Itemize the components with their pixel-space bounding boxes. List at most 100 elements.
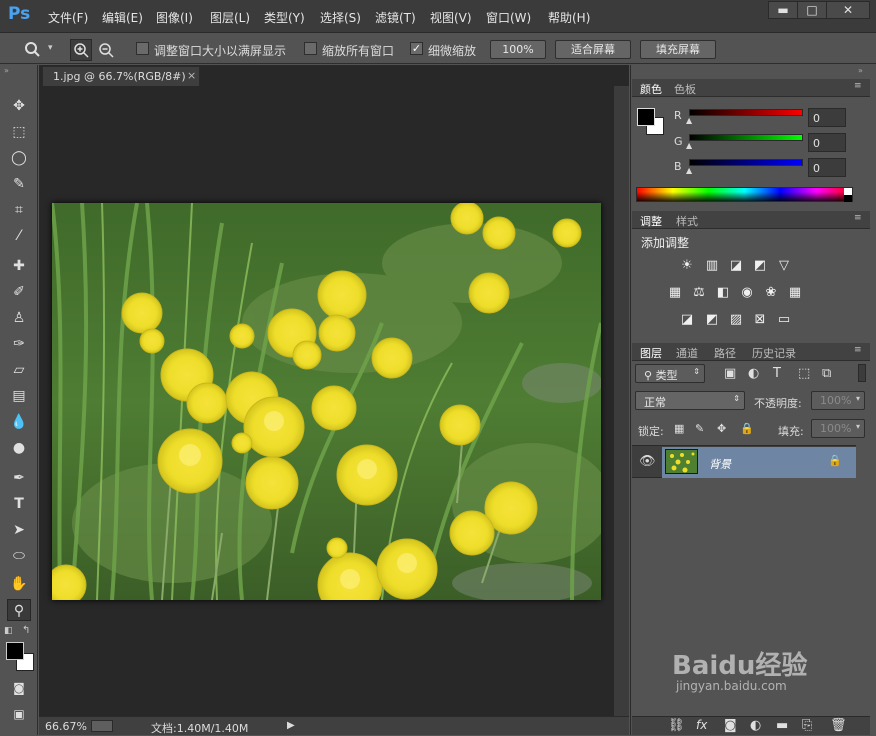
swap-colors-icon[interactable]: ↰ [22,625,30,636]
tab-adjustments[interactable]: 调整 [640,213,662,229]
hue-saturation-icon[interactable]: ▦ [666,285,684,301]
selective-color-icon[interactable]: ▭ [775,312,793,328]
brush-tool-icon[interactable]: ✐ [7,281,31,303]
layers-menu-icon[interactable]: ≡ [854,345,862,355]
menu-window[interactable]: 窗口(W) [486,9,531,26]
collapse-toolbar-icon[interactable]: » [4,66,9,75]
pen-tool-icon[interactable]: ✒ [7,467,31,489]
filter-pixel-icon[interactable]: ▣ [724,366,736,381]
exposure-icon[interactable]: ◩ [751,258,769,274]
filter-shape-icon[interactable]: ⬚ [798,366,810,381]
resize-windows-checkbox[interactable] [136,42,149,55]
blue-slider[interactable] [689,159,803,166]
fill-input[interactable]: 100% ▾ [811,419,865,438]
status-preview-icon[interactable] [91,720,113,732]
menu-type[interactable]: 类型(Y) [264,9,305,26]
tab-swatches[interactable]: 色板 [674,81,696,97]
filter-toggle-switch[interactable] [858,364,866,382]
path-select-tool-icon[interactable]: ➤ [7,519,31,541]
photo-filter-icon[interactable]: ◉ [738,285,756,301]
red-slider[interactable] [689,109,803,116]
new-group-icon[interactable]: ▬ [776,718,788,733]
opacity-input[interactable]: 100% ▾ [811,391,865,410]
levels-icon[interactable]: ▥ [703,258,721,274]
gradient-map-icon[interactable]: ⊠ [751,312,769,328]
filter-smart-object-icon[interactable]: ⧉ [822,366,831,381]
tab-paths[interactable]: 路径 [714,345,736,361]
clone-stamp-tool-icon[interactable]: ♙ [7,307,31,329]
layer-visibility-eye-icon[interactable]: 👁 [639,454,656,469]
layer-row-background[interactable]: 👁 背景 🔒 [632,445,856,478]
delete-layer-icon[interactable]: 🗑 [830,718,847,733]
zoom-tool-icon[interactable] [24,41,42,57]
zoom-level-readout[interactable]: 66.67% [45,720,87,733]
marquee-tool-icon[interactable]: ⬚ [7,121,31,143]
vertical-scrollbar[interactable] [614,86,629,716]
add-mask-icon[interactable]: ◙ [724,718,737,733]
actual-pixels-button[interactable]: 100% [490,40,546,59]
zoom-out-icon[interactable] [96,40,116,60]
menu-filter[interactable]: 滤镜(T) [375,9,416,26]
fill-screen-button[interactable]: 填充屏幕 [640,40,716,59]
threshold-icon[interactable]: ▨ [727,312,745,328]
quick-mask-icon[interactable]: ◙ [7,677,31,699]
fit-screen-button[interactable]: 适合屏幕 [555,40,631,59]
lock-transparent-icon[interactable]: ▦ [674,422,684,435]
document-tab[interactable]: 1.jpg @ 66.7%(RGB/8#) × [42,66,200,86]
status-menu-arrow-icon[interactable]: ▶ [287,720,295,731]
screen-mode-icon[interactable]: ▣ [7,703,31,725]
blue-slider-thumb-icon[interactable]: ▲ [686,166,692,175]
brightness-contrast-icon[interactable]: ☀ [678,258,696,274]
minimize-button[interactable]: ▬ [768,1,798,19]
green-slider[interactable] [689,134,803,141]
move-tool-icon[interactable]: ✥ [7,95,31,117]
color-spectrum-ramp[interactable] [636,187,853,202]
new-adjustment-layer-icon[interactable]: ◐ [750,718,761,733]
quick-select-tool-icon[interactable]: ✎ [7,173,31,195]
menu-help[interactable]: 帮助(H) [548,9,590,26]
green-value-input[interactable]: 0 [808,133,846,152]
close-button[interactable]: ✕ [826,1,870,19]
dodge-tool-icon[interactable]: ● [7,437,31,459]
zoom-in-button[interactable] [70,39,92,61]
layer-filter-dropdown[interactable]: ⚲ 类型 ⇕ [635,364,705,383]
collapse-panels-icon[interactable]: » [858,66,863,75]
lasso-tool-icon[interactable]: ◯ [7,147,31,169]
foreground-color-swatch[interactable] [6,642,24,660]
gradient-tool-icon[interactable]: ▤ [7,385,31,407]
eyedropper-tool-icon[interactable]: ⁄ [7,225,31,247]
tab-color[interactable]: 颜色 [640,81,662,97]
crop-tool-icon[interactable]: ⌗ [7,199,31,221]
red-value-input[interactable]: 0 [808,108,846,127]
zoom-tool-selected-icon[interactable]: ⚲ [7,599,31,621]
hand-tool-icon[interactable]: ✋ [7,573,31,595]
layer-name[interactable]: 背景 [709,456,731,472]
invert-icon[interactable]: ◪ [678,312,696,328]
lock-pixels-icon[interactable]: ✎ [695,422,704,435]
foreground-color-chip[interactable] [637,108,655,126]
eraser-tool-icon[interactable]: ▱ [7,359,31,381]
adjustments-menu-icon[interactable]: ≡ [854,213,862,223]
lock-all-icon[interactable]: 🔒 [740,422,754,435]
zoom-all-windows-checkbox[interactable] [304,42,317,55]
blend-mode-dropdown[interactable]: 正常 ⇕ [635,391,745,410]
tab-layers[interactable]: 图层 [640,345,662,361]
new-layer-icon[interactable]: ⎘ [802,718,812,733]
history-brush-tool-icon[interactable]: ✑ [7,333,31,355]
ellipse-tool-icon[interactable]: ⬭ [7,545,31,567]
menu-view[interactable]: 视图(V) [430,9,472,26]
blur-tool-icon[interactable]: 💧 [7,411,31,433]
red-slider-thumb-icon[interactable]: ▲ [686,116,692,125]
close-tab-icon[interactable]: × [187,69,196,82]
filter-adjustment-icon[interactable]: ◐ [748,366,759,381]
menu-file[interactable]: 文件(F) [48,9,88,26]
scrubby-zoom-checkbox[interactable]: ✓ [410,42,423,55]
tab-styles[interactable]: 样式 [676,213,698,229]
menu-select[interactable]: 选择(S) [320,9,361,26]
vibrance-icon[interactable]: ▽ [775,258,793,274]
lock-position-icon[interactable]: ✥ [717,422,726,435]
image-canvas[interactable] [52,203,601,600]
menu-image[interactable]: 图像(I) [156,9,193,26]
blue-value-input[interactable]: 0 [808,158,846,177]
link-layers-icon[interactable]: ⛓ [668,718,685,733]
